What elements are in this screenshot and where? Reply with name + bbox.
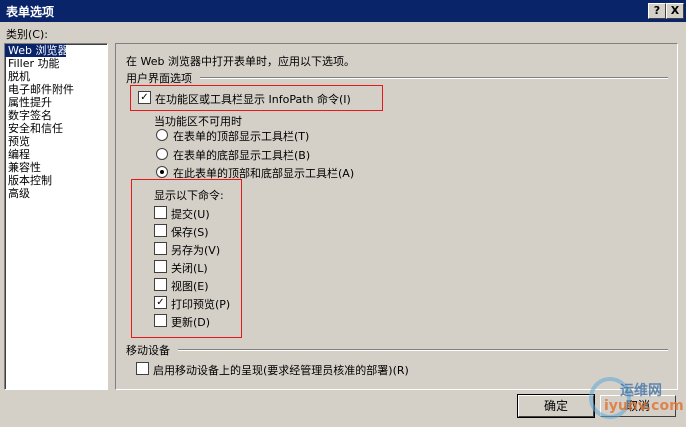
radio-toolbar-both[interactable]: [156, 166, 168, 178]
command-checkbox[interactable]: [154, 314, 167, 327]
show-ribbon-checkbox[interactable]: ✓: [138, 91, 151, 104]
watermark-logo: 运维网 iyunv.com: [584, 372, 684, 424]
category-item[interactable]: 安全和信任: [5, 122, 107, 135]
category-item[interactable]: 兼容性: [5, 161, 107, 174]
help-button[interactable]: ?: [648, 3, 666, 19]
command-checkbox[interactable]: [154, 224, 167, 237]
mobile-render-checkbox[interactable]: [136, 362, 149, 375]
category-item[interactable]: 电子邮件附件: [5, 83, 107, 96]
category-item[interactable]: Filler 功能: [5, 57, 107, 70]
category-item[interactable]: 版本控制: [5, 174, 107, 187]
window-title: 表单选项: [6, 5, 55, 19]
show-ribbon-label: 在功能区或工具栏显示 InfoPath 命令(I): [155, 93, 351, 106]
intro-text: 在 Web 浏览器中打开表单时，应用以下选项。: [126, 55, 355, 68]
category-item[interactable]: 预览: [5, 135, 107, 148]
category-item[interactable]: 属性提升: [5, 96, 107, 109]
category-item[interactable]: 数字签名: [5, 109, 107, 122]
close-button[interactable]: X: [666, 3, 684, 19]
radio-toolbar-top[interactable]: [156, 129, 168, 141]
ui-group-divider: [200, 77, 668, 79]
ok-button[interactable]: 确定: [517, 394, 595, 418]
command-checkbox[interactable]: [154, 242, 167, 255]
watermark-text-cn: 运维网: [620, 383, 662, 399]
title-bar: 表单选项 ? X: [0, 0, 686, 22]
commands-label: 显示以下命令:: [154, 189, 224, 202]
command-label: 更新(D): [171, 316, 211, 329]
mobile-group-title: 移动设备: [126, 344, 170, 357]
command-label: 视图(E): [171, 280, 209, 293]
watermark-text-url: iyunv.com: [604, 398, 684, 414]
category-item[interactable]: Web 浏览器: [5, 44, 68, 57]
command-checkbox[interactable]: ✓: [154, 296, 167, 309]
when-unavailable-label: 当功能区不可用时: [154, 115, 242, 128]
category-item[interactable]: 编程: [5, 148, 107, 161]
command-checkbox[interactable]: [154, 206, 167, 219]
radio-toolbar-top-label: 在表单的顶部显示工具栏(T): [173, 130, 310, 143]
ui-group-title: 用户界面选项: [126, 72, 192, 85]
command-label: 提交(U): [171, 208, 210, 221]
category-item[interactable]: 脱机: [5, 70, 107, 83]
mobile-group-divider: [178, 349, 668, 351]
command-label: 关闭(L): [171, 262, 208, 275]
command-checkbox[interactable]: [154, 260, 167, 273]
category-label: 类别(C):: [6, 28, 48, 41]
radio-selected-dot: [160, 170, 164, 174]
mobile-render-label: 启用移动设备上的呈现(要求经管理员核准的部署)(R): [153, 364, 409, 377]
command-label: 打印预览(P): [171, 298, 231, 311]
radio-toolbar-bottom[interactable]: [156, 148, 168, 160]
command-checkbox[interactable]: [154, 278, 167, 291]
category-item[interactable]: 高级: [5, 187, 107, 200]
command-label: 另存为(V): [171, 244, 221, 257]
category-list[interactable]: Web 浏览器 Filler 功能 脱机 电子邮件附件 属性提升 数字签名 安全和信任 预览编…: [4, 43, 108, 390]
options-panel: 在 Web 浏览器中打开表单时，应用以下选项。 用户界面选项 ✓ 在功能区或工具…: [115, 43, 678, 390]
radio-toolbar-bottom-label: 在表单的底部显示工具栏(B): [173, 149, 311, 162]
command-label: 保存(S): [171, 226, 209, 239]
